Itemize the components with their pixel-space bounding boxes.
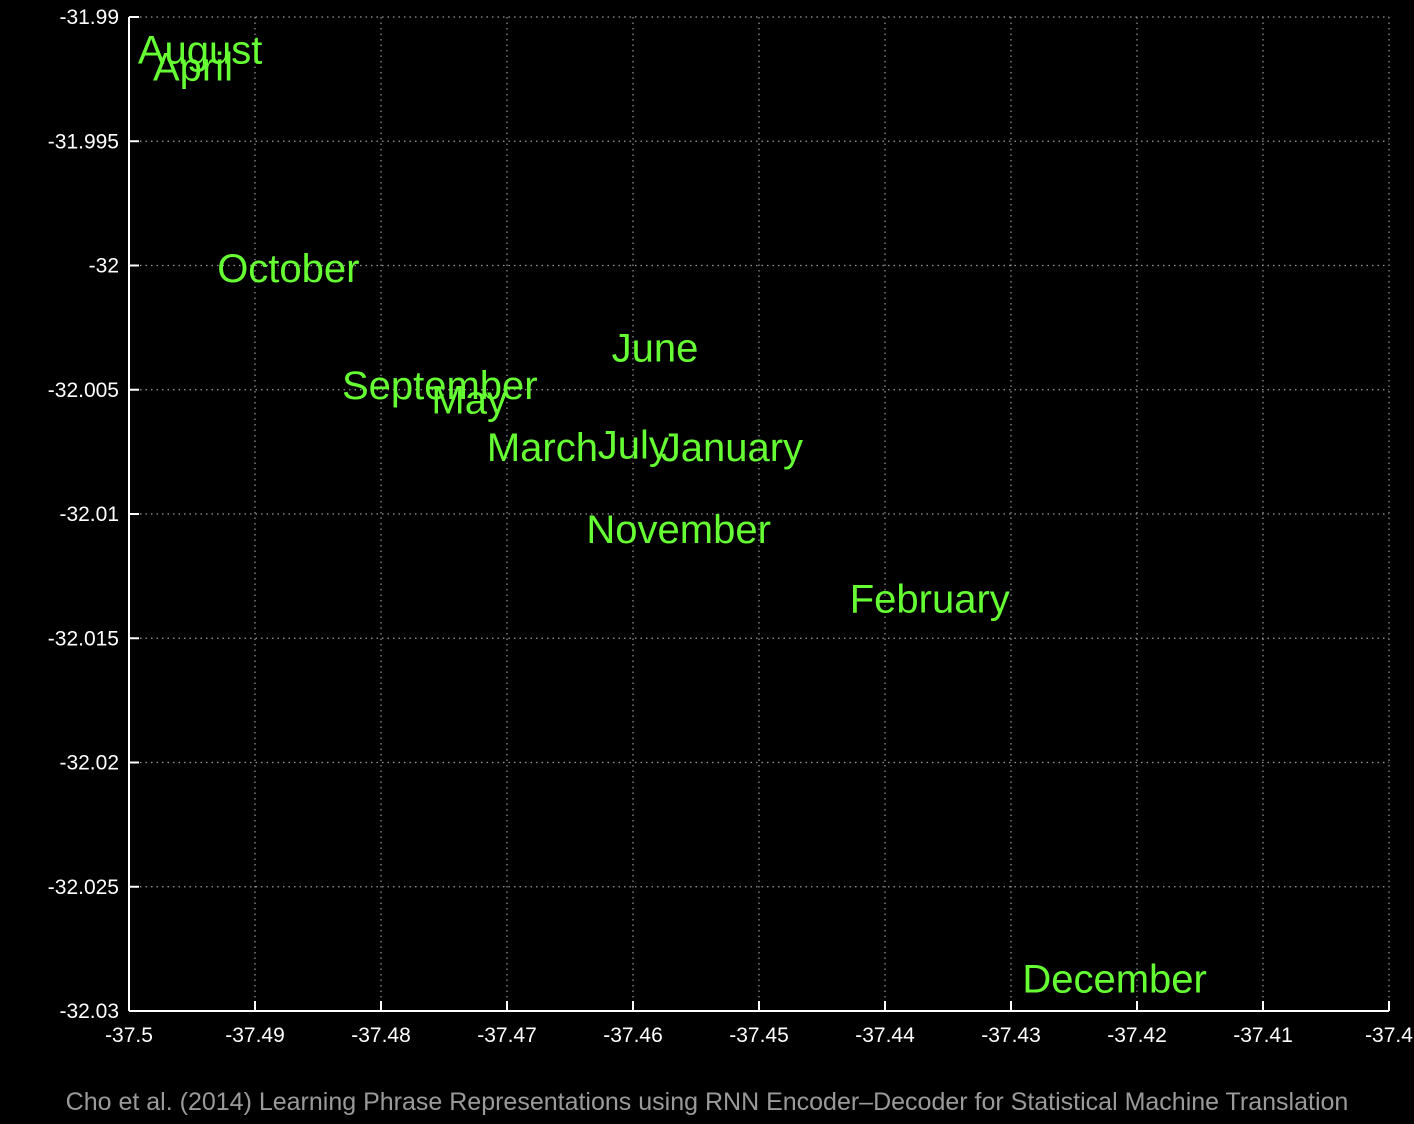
month-labels: AugustAprilOctoberSeptemberMayJuneJulyMa… <box>138 28 1207 1001</box>
x-axis-ticks: -37.5 -37.49 -37.48 -37.47 -37.46 -37.45 -37.4… <box>105 1001 1413 1047</box>
x-tick-label: -37.42 <box>1107 1024 1167 1047</box>
point-label-march: March <box>487 426 598 470</box>
y-tick-label: -32.025 <box>48 876 119 899</box>
x-tick-label: -37.48 <box>351 1024 411 1047</box>
x-tick-label: -37.49 <box>225 1024 285 1047</box>
x-tick-label: -37.5 <box>105 1024 153 1047</box>
point-label-april: April <box>153 46 233 90</box>
y-tick-label: -32.01 <box>59 503 119 526</box>
point-label-december: December <box>1022 958 1207 1002</box>
point-label-november: November <box>586 508 771 552</box>
y-tick-label: -31.99 <box>59 6 119 29</box>
x-tick-label: -37.43 <box>981 1024 1041 1047</box>
x-tick-label: -37.41 <box>1233 1024 1293 1047</box>
y-tick-label: -31.995 <box>48 130 119 153</box>
point-label-may: May <box>431 379 507 423</box>
month-embedding-scatter-chart: -37.5 -37.49 -37.48 -37.47 -37.46 -37.45 -37.4… <box>48 6 1413 1047</box>
y-tick-label: -32.015 <box>48 627 119 650</box>
point-label-july: July <box>598 423 669 467</box>
x-tick-label: -37.47 <box>477 1024 537 1047</box>
y-tick-label: -32.02 <box>59 752 119 775</box>
citation-caption: Cho et al. (2014) Learning Phrase Repres… <box>65 1088 1349 1116</box>
point-label-october: October <box>217 247 359 291</box>
point-label-june: June <box>612 327 699 371</box>
x-tick-label: -37.46 <box>603 1024 663 1047</box>
point-label-february: February <box>850 577 1010 621</box>
y-tick-label: -32 <box>89 255 119 278</box>
x-tick-label: -37.45 <box>729 1024 789 1047</box>
x-tick-label: -37.44 <box>855 1024 915 1047</box>
point-label-january: January <box>661 426 803 470</box>
x-tick-label: -37.4 <box>1365 1024 1413 1047</box>
y-tick-label: -32.005 <box>48 379 119 402</box>
y-axis-ticks: -31.99 -31.995 -32 -32.005 -32.01 -32.015 -32.… <box>48 6 139 1023</box>
y-tick-label: -32.03 <box>59 1000 119 1023</box>
